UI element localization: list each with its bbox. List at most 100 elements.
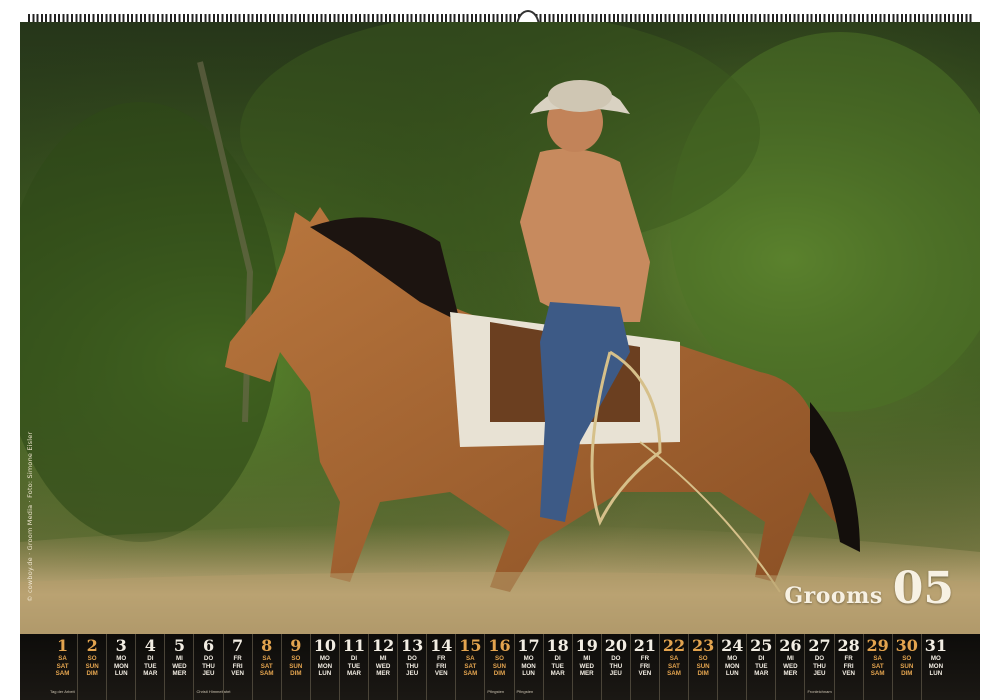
day-number: 5 bbox=[173, 636, 185, 655]
weekday-label: SAT bbox=[56, 662, 69, 670]
weekday-label: WED bbox=[172, 662, 187, 670]
day-cell: 15 SA SAT SAM bbox=[455, 634, 484, 700]
weekday-label: MER bbox=[579, 670, 594, 678]
weekday-label: THU bbox=[405, 662, 419, 670]
weekday-label: SAM bbox=[667, 670, 681, 678]
weekday-label: MON bbox=[521, 662, 536, 670]
day-cell: 12 MI WED MER bbox=[368, 634, 397, 700]
day-number: 16 bbox=[488, 636, 511, 655]
day-number: 29 bbox=[866, 636, 889, 655]
day-number: 9 bbox=[290, 636, 302, 655]
weekday-label: SO bbox=[698, 655, 708, 662]
weekday-label: MON bbox=[724, 662, 740, 670]
holiday-label: Tag der Arbeit bbox=[50, 689, 75, 694]
weekday-label: VEN bbox=[842, 670, 855, 678]
weekday-label: SUN bbox=[492, 662, 506, 670]
day-number: 31 bbox=[924, 636, 947, 655]
weekday-label: MI bbox=[583, 655, 591, 662]
weekday-label: SAM bbox=[870, 670, 885, 678]
weekday-label: SUN bbox=[900, 662, 914, 670]
weekday-label: MO bbox=[727, 655, 738, 662]
weekday-label: FR bbox=[640, 655, 650, 662]
day-number: 26 bbox=[779, 636, 802, 655]
weekday-label: MON bbox=[317, 662, 333, 670]
day-cell: 4 DI TUE MAR bbox=[135, 634, 164, 700]
weekday-label: MI bbox=[786, 655, 794, 662]
holiday-label: Pfingsten bbox=[516, 689, 534, 694]
day-cell: 1 SA SAT SAM Tag der Arbeit bbox=[48, 634, 77, 700]
day-cell: 21 FR FRI VEN bbox=[629, 634, 659, 700]
weekday-label: MAR bbox=[550, 670, 565, 678]
weekday-label: SUN bbox=[289, 662, 303, 670]
day-number: 20 bbox=[604, 636, 627, 655]
day-cell: 14 FR FRI VEN bbox=[426, 634, 455, 700]
holiday-label: Christi Himmelfahrt bbox=[196, 689, 231, 694]
weekday-label: SAT bbox=[464, 662, 477, 670]
weekday-label: JEU bbox=[202, 670, 215, 678]
weekday-label: MER bbox=[172, 670, 187, 678]
weekday-label: TUE bbox=[347, 662, 361, 670]
weekday-label: SUN bbox=[696, 662, 710, 670]
weekday-label: SAT bbox=[871, 662, 884, 670]
weekday-label: SUN bbox=[85, 662, 99, 670]
weekday-label: DO bbox=[203, 655, 214, 662]
weekday-label: MAR bbox=[346, 670, 362, 678]
weekday-label: TUE bbox=[144, 662, 157, 670]
calendar-title: Grooms bbox=[784, 583, 883, 609]
day-cell: 17 MO MON LUN Pfingsten bbox=[513, 634, 543, 700]
weekday-label: TUE bbox=[755, 662, 768, 670]
weekday-label: DO bbox=[611, 655, 621, 662]
day-number: 3 bbox=[115, 636, 127, 655]
day-cell: 22 SA SAT SAM bbox=[658, 634, 688, 700]
weekday-label: WED bbox=[375, 662, 391, 670]
weekday-label: SA bbox=[466, 655, 475, 662]
weekday-label: SA bbox=[669, 655, 679, 662]
weekday-label: JEU bbox=[609, 670, 622, 678]
day-number: 13 bbox=[401, 636, 424, 655]
holiday-label: Pfingsten bbox=[487, 689, 505, 694]
weekday-label: MO bbox=[523, 655, 534, 662]
weekday-label: VEN bbox=[231, 670, 244, 678]
weekday-label: DIM bbox=[493, 670, 506, 678]
weekday-label: MER bbox=[376, 670, 390, 678]
day-cell: 8 SA SAT SAM bbox=[251, 634, 281, 700]
month-number: 05 bbox=[892, 563, 954, 614]
weekday-label: DIM bbox=[290, 670, 302, 678]
day-number: 15 bbox=[459, 636, 482, 655]
weekday-label: SAT bbox=[668, 662, 680, 670]
day-number: 23 bbox=[691, 636, 715, 655]
day-cell: 28 FR FRI VEN bbox=[833, 634, 863, 700]
day-number: 22 bbox=[662, 636, 686, 655]
weekday-label: MON bbox=[114, 662, 129, 670]
weekday-label: THU bbox=[202, 662, 215, 670]
day-cell: 19 MI WED MER bbox=[571, 634, 601, 700]
weekday-label: MO bbox=[116, 655, 127, 662]
day-cell: 9 SO SUN DIM bbox=[280, 634, 310, 700]
day-cell: 27 DO THU JEU Fronleichnam bbox=[804, 634, 833, 700]
calendar-heading: Grooms 05 bbox=[784, 567, 954, 611]
weekday-label: SO bbox=[87, 655, 97, 662]
photo-credit: © cowboy.de · Groom Media · Foto: Simone… bbox=[26, 431, 34, 602]
holiday-label: Fronleichnam bbox=[807, 689, 832, 694]
weekday-label: LUN bbox=[725, 670, 739, 678]
day-cell: 3 MO MON LUN bbox=[106, 634, 135, 700]
weekday-label: DI bbox=[350, 655, 358, 662]
day-number: 7 bbox=[232, 636, 244, 655]
weekday-label: SA bbox=[873, 655, 882, 662]
weekday-label: THU bbox=[609, 662, 623, 670]
day-cell: 13 DO THU JEU bbox=[397, 634, 426, 700]
day-number: 6 bbox=[202, 636, 215, 655]
weekday-label: JEU bbox=[406, 670, 419, 678]
weekday-label: FR bbox=[844, 655, 853, 662]
day-number: 10 bbox=[313, 636, 337, 655]
day-number: 19 bbox=[575, 636, 598, 655]
day-cell: 23 SO SUN DIM bbox=[688, 634, 717, 700]
weekday-label: MI bbox=[379, 655, 387, 662]
weekday-label: DO bbox=[407, 655, 417, 662]
weekday-label: SAM bbox=[55, 670, 70, 678]
weekday-label: LUN bbox=[318, 670, 332, 678]
weekday-label: SO bbox=[494, 655, 504, 662]
weekday-label: VEN bbox=[434, 670, 448, 678]
day-number: 30 bbox=[895, 636, 918, 655]
day-number: 8 bbox=[261, 636, 273, 655]
